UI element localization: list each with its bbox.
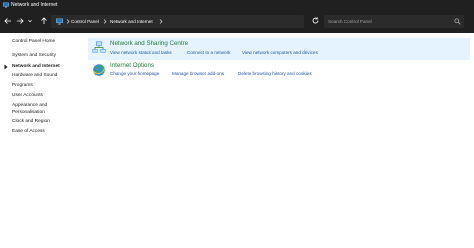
link-manage-browser-addons[interactable]: Manage browser add-ons (172, 71, 224, 77)
link-change-homepage[interactable]: Change your homepage (110, 71, 159, 77)
link-delete-browsing-history[interactable]: Delete browsing history and cookies (238, 71, 312, 77)
recent-locations-chevron-down-icon[interactable] (27, 16, 33, 26)
forward-arrow-icon[interactable] (15, 16, 25, 26)
link-view-network-computers[interactable]: View network computers and devices (242, 50, 318, 56)
breadcrumb-control-panel[interactable]: Control Panel (71, 18, 99, 25)
title-bar: Network and Internet (0, 0, 474, 10)
sidebar-item-clock-and-region[interactable]: Clock and Region (12, 119, 50, 125)
sidebar-item-system-and-security[interactable]: System and Security (12, 53, 56, 59)
search-input[interactable]: Search Control Panel (324, 15, 464, 28)
control-panel-location-icon (56, 18, 63, 25)
sidebar-item-user-accounts[interactable]: User Accounts (12, 93, 43, 99)
breadcrumb-separator-icon[interactable] (158, 18, 164, 25)
category-title[interactable]: Network and Sharing Centre (110, 40, 188, 48)
category-network-and-sharing-centre[interactable]: Network and Sharing Centre View network … (88, 38, 470, 60)
link-connect-to-network[interactable]: Connect to a network (187, 50, 230, 56)
control-panel-app-icon (3, 2, 9, 8)
sidebar-item-ease-of-access[interactable]: Ease of Access (12, 129, 45, 135)
sidebar: Control Panel Home System and Security N… (0, 33, 84, 248)
search-icon (454, 18, 461, 25)
category-title[interactable]: Internet Options (110, 62, 154, 70)
network-sharing-icon (92, 41, 106, 55)
search-placeholder: Search Control Panel (328, 19, 372, 24)
sidebar-item-network-and-internet[interactable]: Network and Internet (12, 64, 60, 70)
breadcrumb-separator-icon (102, 18, 108, 25)
category-internet-options[interactable]: Internet Options Change your homepage Ma… (88, 60, 470, 82)
current-section-marker-icon (4, 64, 8, 70)
sidebar-item-programs[interactable]: Programs (12, 83, 33, 89)
up-arrow-icon[interactable] (39, 16, 49, 26)
back-arrow-icon[interactable] (3, 16, 13, 26)
internet-options-icon (92, 63, 106, 77)
window-title: Network and Internet (11, 2, 58, 8)
sidebar-item-control-panel-home[interactable]: Control Panel Home (12, 39, 55, 45)
link-view-network-status[interactable]: View network status and tasks (110, 50, 172, 56)
sidebar-item-hardware-and-sound[interactable]: Hardware and Sound (12, 73, 57, 79)
address-toolbar: Control Panel Network and Internet Searc… (0, 10, 474, 33)
refresh-icon[interactable] (311, 16, 320, 25)
breadcrumb-network-and-internet[interactable]: Network and Internet (110, 18, 153, 25)
sidebar-item-appearance-and-personalisation[interactable]: Appearance and Personalisation (12, 103, 70, 116)
address-field[interactable]: Control Panel Network and Internet (51, 15, 351, 28)
